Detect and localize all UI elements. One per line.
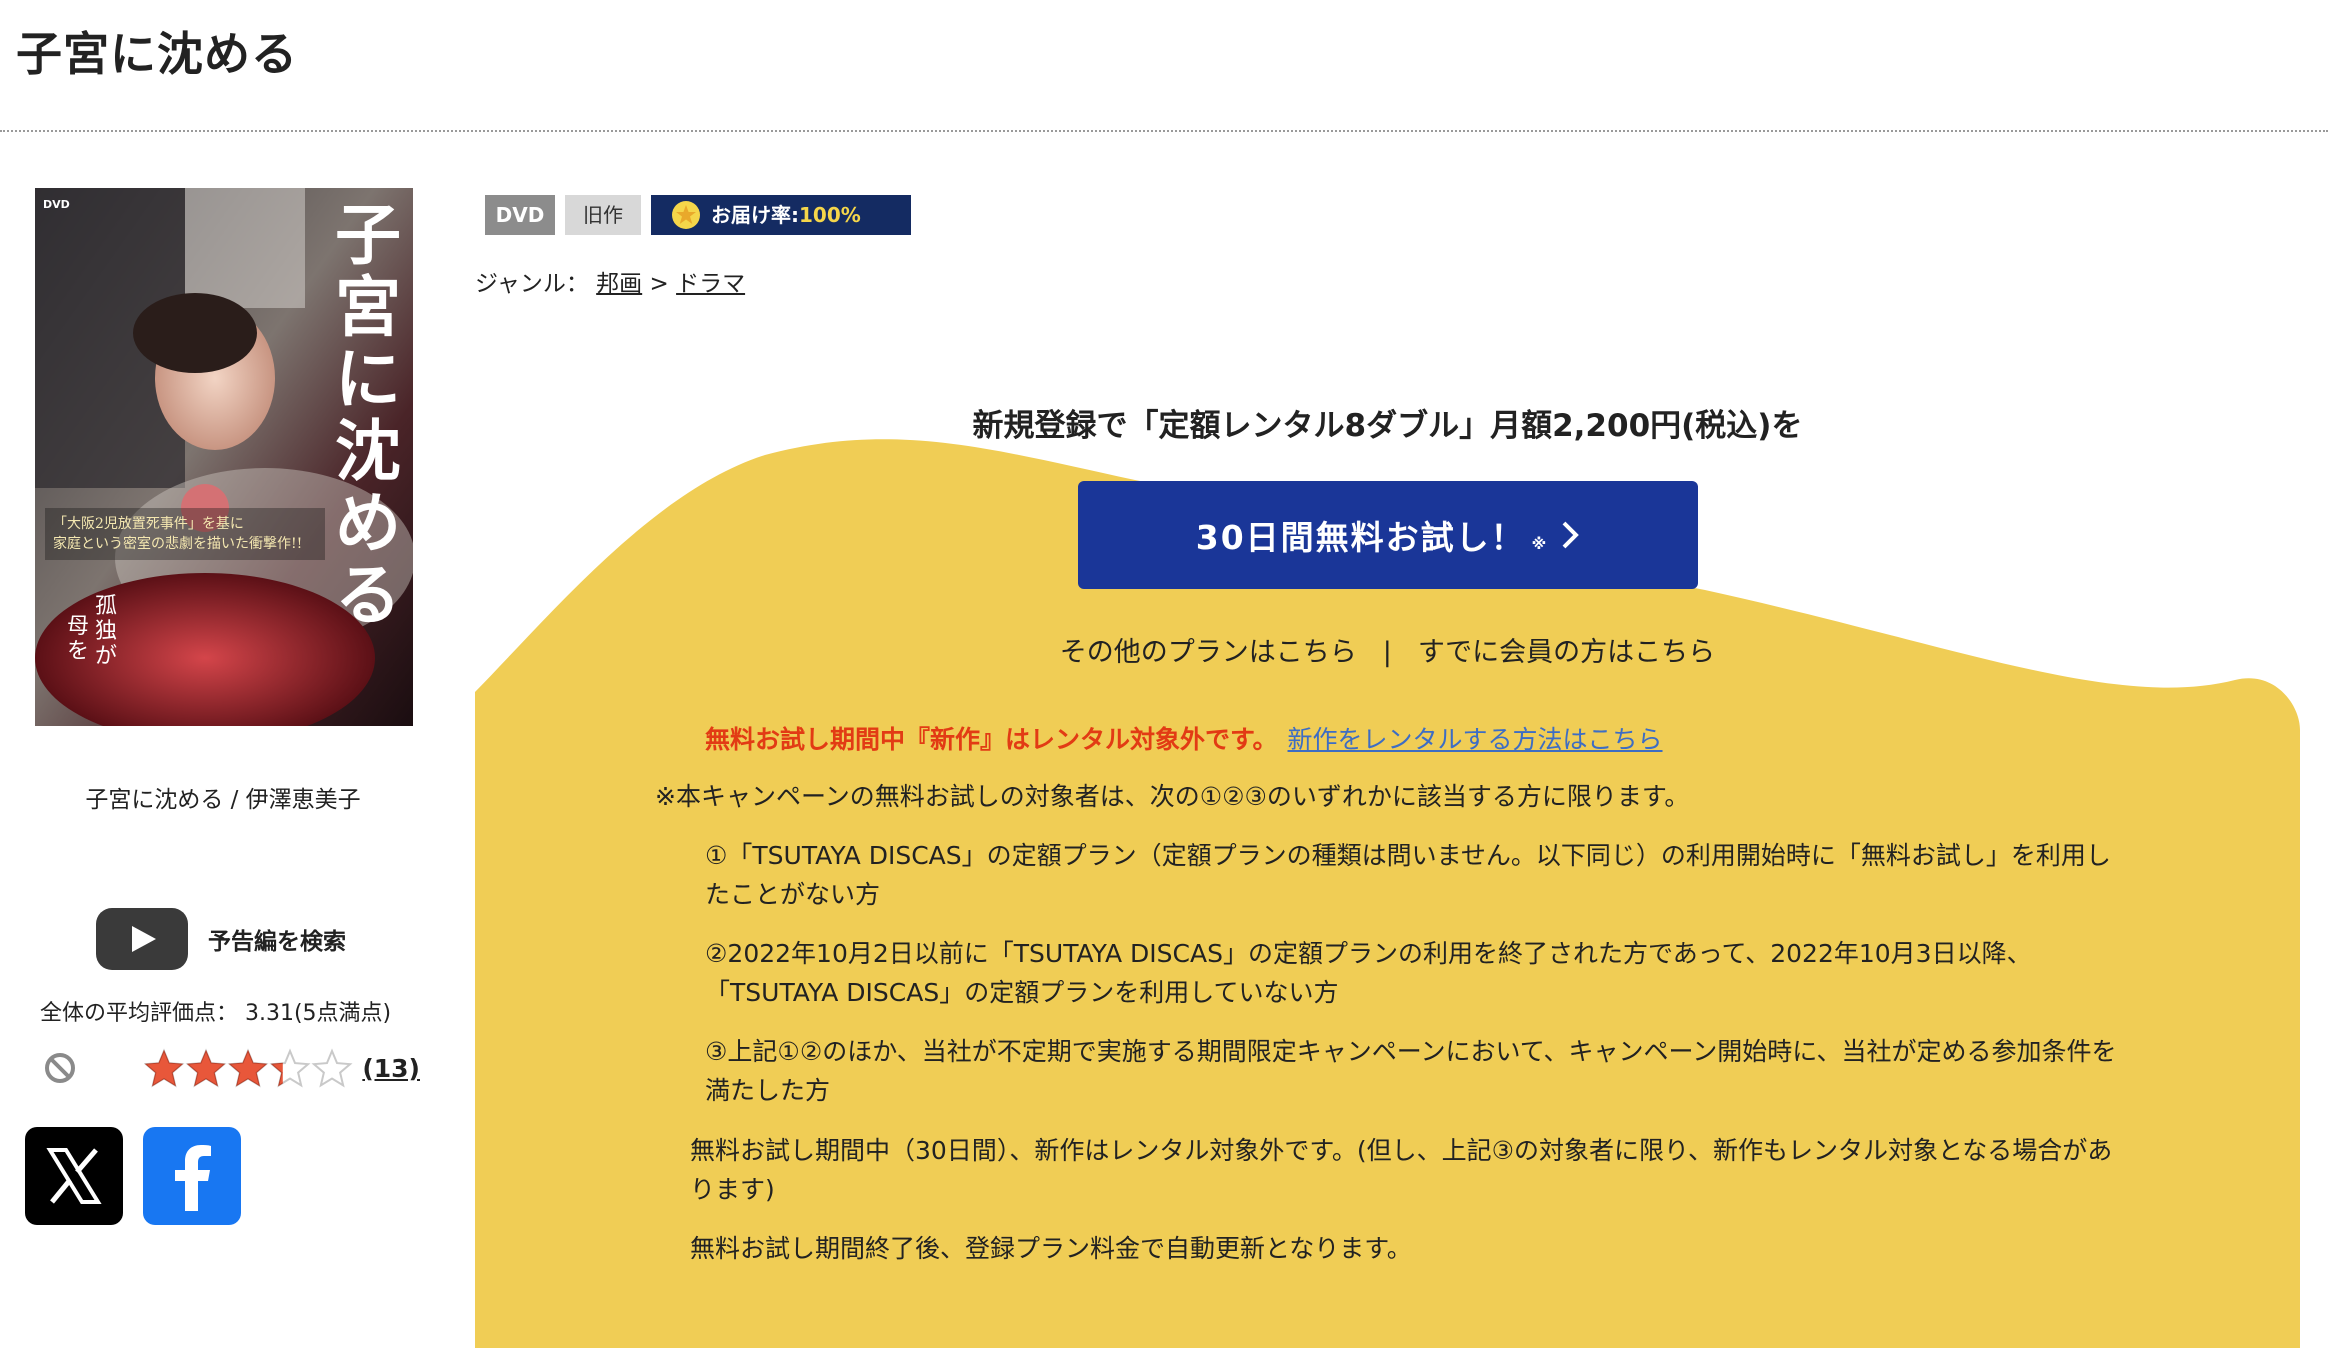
auto-renew-note: 無料お試し期間終了後、登録プラン料金で自動更新となります。 — [690, 1234, 1412, 1263]
age-badge: 旧作 — [565, 195, 641, 235]
poster-image[interactable]: 「大阪2児放置死事件」を基に 家庭という密室の悲劇を描いた衝撃作!! DVD 子… — [35, 188, 413, 726]
rating-star-fill-2 — [187, 1049, 225, 1087]
condition-1: ①「TSUTAYA DISCAS」の定額プラン（定額プランの種類は問いません。以… — [705, 841, 2111, 909]
plan-links: その他のプランはこちら | すでに会員の方はこちら — [475, 630, 2300, 669]
delivery-rate-label: お届け率: — [711, 203, 799, 227]
free-trial-note-mark: ※ — [1531, 535, 1549, 553]
svg-text:母: 母 — [67, 614, 89, 639]
page-title: 子宮に沈める — [16, 27, 298, 81]
genre-separator: > — [649, 271, 669, 297]
youtube-play-icon — [96, 908, 188, 970]
eligibility-note: ※本キャンペーンの無料お試しの対象者は、次の①②③のいずれかに該当する方に限りま… — [655, 782, 1690, 811]
svg-text:孤: 孤 — [95, 594, 117, 619]
free-trial-label: 30日間無料お試し！ — [1195, 518, 1526, 557]
svg-text:「大阪2児放置死事件」を基に: 「大阪2児放置死事件」を基に — [53, 515, 244, 532]
free-trial-button[interactable]: 30日間無料お試し！ ※ — [1078, 481, 1698, 589]
facebook-logo-icon — [175, 1145, 211, 1211]
svg-text:を: を — [67, 639, 89, 664]
svg-text:子: 子 — [335, 196, 401, 274]
member-login-link[interactable]: すでに会員の方はこちら — [1418, 637, 1715, 668]
promo-headline: 新規登録で「定額レンタル8ダブル」月額2,200円(税込)を — [972, 408, 1803, 444]
link-separator: | — [1382, 637, 1392, 668]
svg-text:る: る — [335, 556, 401, 634]
warning-text: 無料お試し期間中『新作』はレンタル対象外です。 — [705, 725, 1278, 754]
condition-2: ②2022年10月2日以前に「TSUTAYA DISCAS」の定額プランの利用を… — [705, 939, 2032, 1007]
svg-text:沈: 沈 — [335, 412, 401, 490]
review-count-link[interactable]: (13) — [362, 1054, 420, 1083]
share-x-button[interactable] — [25, 1127, 123, 1225]
rating-star-5 — [311, 1048, 353, 1088]
title-divider — [0, 130, 2328, 132]
delivery-rate-value: 100% — [799, 203, 861, 227]
genre-link-0[interactable]: 邦画 — [596, 271, 642, 297]
new-release-warning: 無料お試し期間中『新作』はレンタル対象外です。 新作をレンタルする方法はこちら — [705, 720, 1663, 756]
svg-text:が: が — [95, 644, 117, 669]
genre-breadcrumb: ジャンル： 邦画 > ドラマ — [475, 264, 745, 298]
x-logo-icon — [46, 1148, 102, 1204]
rating-star-fill-1 — [145, 1049, 183, 1087]
svg-text:独: 独 — [95, 619, 117, 644]
genre-link-1[interactable]: ドラマ — [676, 271, 745, 297]
share-facebook-button[interactable] — [143, 1127, 241, 1225]
product-badges: DVD 旧作 お届け率: 100% — [485, 195, 911, 235]
format-badge: DVD — [485, 195, 555, 235]
rating-star-fill-3 — [229, 1049, 267, 1087]
trial-period-note: 無料お試し期間中（30日間）、新作はレンタル対象外です。(但し、上記③の対象者に… — [690, 1136, 2113, 1204]
ban-icon[interactable] — [44, 1052, 76, 1084]
trailer-search-button[interactable]: 予告編を検索 — [96, 908, 346, 970]
average-rating-text: 全体の平均評価点： 3.31(5点満点) — [40, 1001, 392, 1026]
product-caption: 子宮に沈める / 伊澤恵美子 — [85, 787, 361, 813]
svg-text:に: に — [335, 340, 401, 418]
svg-text:DVD: DVD — [43, 198, 70, 211]
genre-label: ジャンル： — [475, 271, 589, 297]
other-plans-link[interactable]: その他のプランはこちら — [1060, 637, 1357, 668]
delivery-rate-badge: お届け率: 100% — [651, 195, 911, 235]
star-rating — [144, 1048, 353, 1088]
condition-3: ③上記①②のほか、当社が不定期で実施する期間限定キャンペーンにおいて、キャンペー… — [705, 1037, 2117, 1105]
review-count[interactable]: (13) — [362, 1054, 420, 1083]
chevron-right-icon — [1562, 521, 1580, 549]
svg-text:め: め — [335, 484, 401, 562]
svg-text:宮: 宮 — [335, 268, 401, 346]
svg-text:家庭という密室の悲劇を描いた衝撃作!!: 家庭という密室の悲劇を描いた衝撃作!! — [53, 535, 302, 552]
new-release-rental-link[interactable]: 新作をレンタルする方法はこちら — [1288, 725, 1663, 754]
star-medal-icon — [672, 201, 700, 229]
rating-row: (13) — [40, 1048, 420, 1092]
trailer-label: 予告編を検索 — [208, 929, 346, 955]
